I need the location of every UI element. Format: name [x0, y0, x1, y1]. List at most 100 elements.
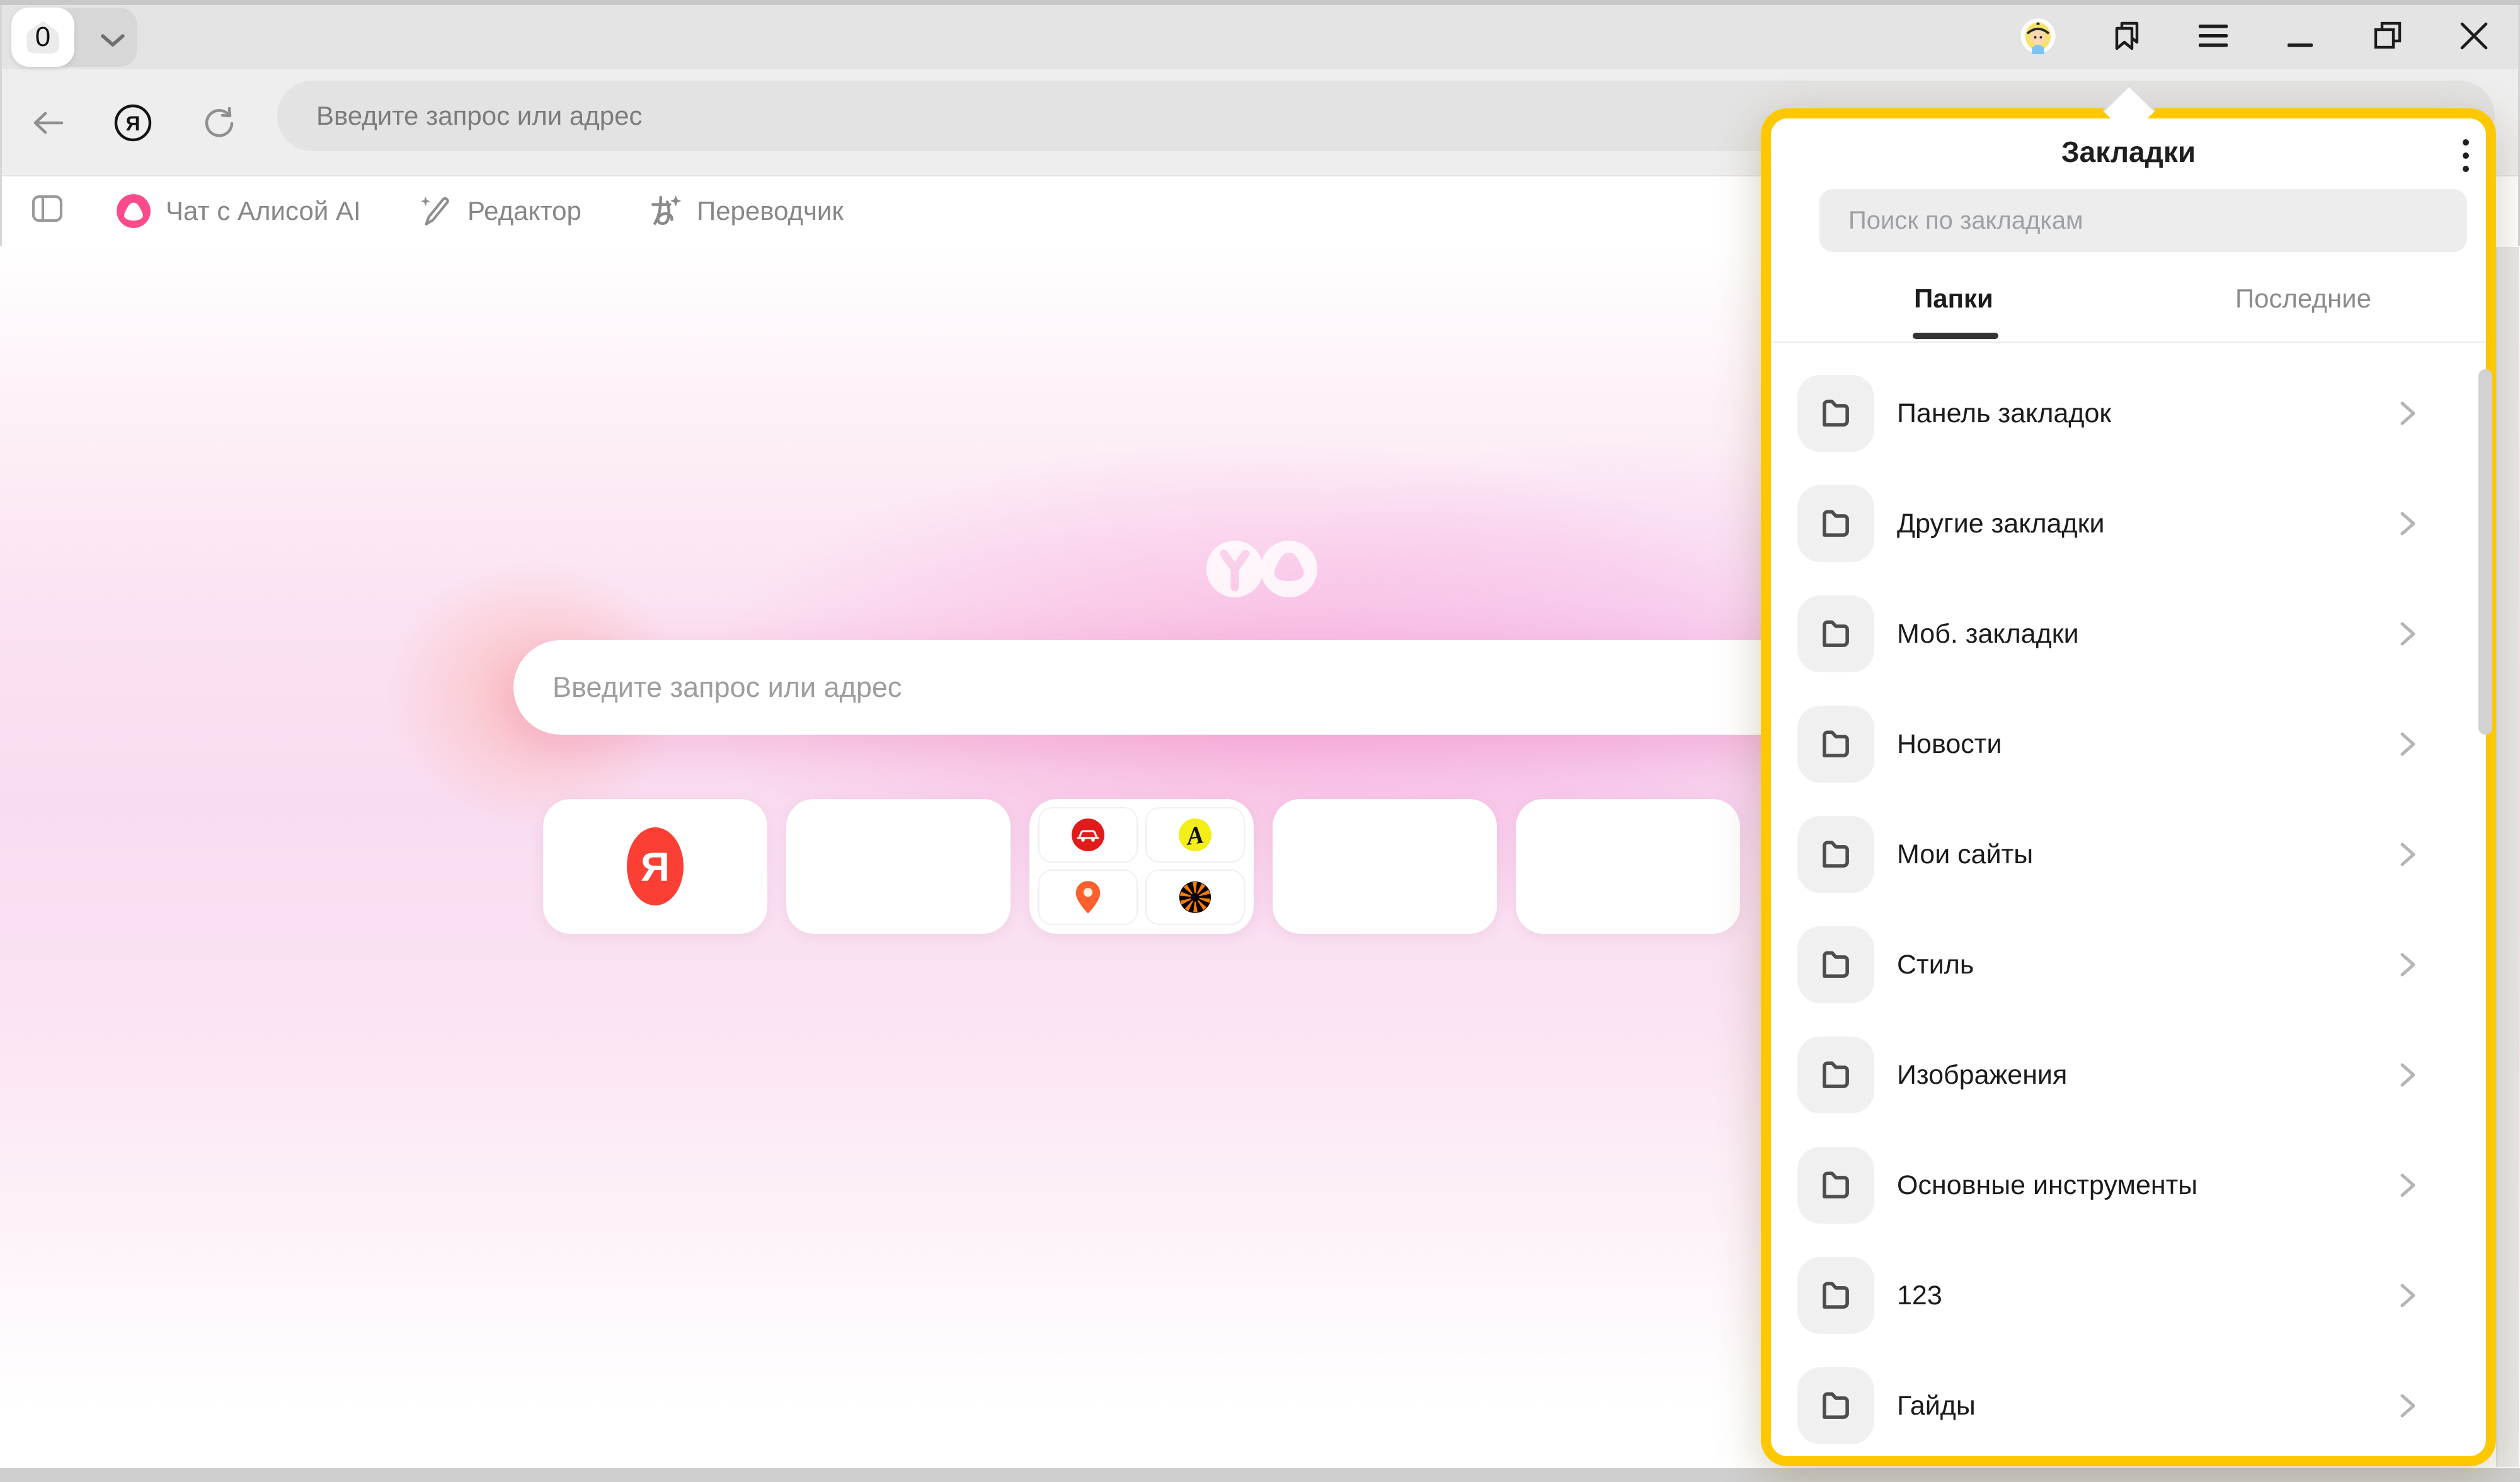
chevron-right-icon: [2393, 1391, 2422, 1420]
svg-text:Я: Я: [126, 112, 140, 135]
translator-icon: [646, 193, 683, 229]
bookmark-item-label: Чат с Алисой AI: [166, 196, 361, 226]
folder-icon: [1797, 375, 1874, 452]
folder-label: Основные инструменты: [1897, 1130, 2197, 1241]
bookmark-item-translator[interactable]: Переводчик: [646, 176, 844, 246]
sidebar-toggle-button[interactable]: [20, 181, 74, 236]
restore-icon: [2372, 20, 2405, 52]
folder-row[interactable]: Основные инструменты: [1771, 1130, 2486, 1241]
chevron-right-icon: [2393, 1171, 2422, 1200]
folder-icon: [1797, 1147, 1874, 1224]
chevron-right-icon: [2393, 509, 2422, 538]
folder-label: Гайды: [1897, 1351, 1976, 1451]
folder-list: Панель закладок Другие закладки Моб. зак…: [1771, 345, 2486, 1451]
tile-group: A: [1029, 799, 1254, 934]
chevron-right-icon: [2393, 1060, 2422, 1089]
panel-scrollbar-thumb[interactable]: [2478, 369, 2492, 735]
start-page-search-input[interactable]: [513, 640, 1852, 735]
tile-yandex[interactable]: Я: [543, 799, 767, 934]
bookmarks-icon: [2110, 18, 2146, 54]
bookmarks-panel-button[interactable]: [2110, 18, 2146, 54]
folder-label: Изображения: [1897, 1020, 2067, 1130]
kinopoisk-icon: [1178, 880, 1212, 914]
page-scrollbar[interactable]: [2496, 247, 2519, 1467]
tile-afisha[interactable]: A: [1145, 807, 1245, 863]
tile-mail[interactable]: Почта: [1273, 799, 1497, 934]
folder-icon: [1797, 595, 1874, 672]
tab-folders[interactable]: Папки: [1777, 284, 2130, 314]
reload-button[interactable]: [193, 96, 247, 150]
reload-icon: [202, 105, 238, 141]
folder-row[interactable]: Мои сайты: [1771, 800, 2486, 910]
close-button[interactable]: [2456, 18, 2492, 54]
folder-icon: [1797, 816, 1874, 893]
folder-row[interactable]: Моб. закладки: [1771, 579, 2486, 689]
avatar-icon: [2020, 11, 2056, 60]
active-tab[interactable]: 0: [11, 8, 74, 67]
bookmark-item-label: Переводчик: [697, 196, 844, 226]
panel-divider: [1771, 342, 2486, 343]
editor-pencil-icon: [417, 193, 454, 229]
window-bottom-edge: [0, 1468, 2520, 1482]
minimize-icon: [2286, 18, 2314, 54]
tile-market[interactable]: M Маркет: [786, 799, 1011, 934]
folder-label: Панель закладок: [1897, 359, 2111, 469]
tab-recent[interactable]: Последние: [2127, 284, 2480, 314]
go-car-icon: [1071, 818, 1105, 852]
minimize-button[interactable]: [2282, 18, 2318, 54]
folder-row[interactable]: 123: [1771, 1241, 2486, 1351]
menu-button[interactable]: [2195, 18, 2231, 54]
folder-label: 123: [1897, 1241, 1942, 1351]
chevron-right-icon: [2393, 1281, 2422, 1310]
yandex-home-button[interactable]: Я: [106, 96, 160, 150]
chevron-right-icon: [2393, 730, 2422, 759]
bookmarks-panel: Закладки Папки Последние Панель закладок…: [1761, 108, 2496, 1466]
yandex-logo-icon: Я: [113, 103, 152, 142]
sidebar-toggle-icon: [32, 194, 63, 223]
folder-label: Стиль: [1897, 910, 1974, 1020]
window-top-edge: [0, 0, 2520, 5]
restore-button[interactable]: [2370, 18, 2407, 54]
folder-row[interactable]: Другие закладки: [1771, 469, 2486, 579]
bookmarks-search-input[interactable]: [1819, 189, 2467, 252]
back-arrow-icon: [29, 108, 66, 137]
yo-logo: [1206, 541, 1317, 597]
folder-label: Другие закладки: [1897, 469, 2104, 579]
tab-dropdown-button[interactable]: [74, 8, 137, 67]
browser-window: 0: [0, 0, 2520, 1482]
hamburger-icon: [2197, 22, 2229, 50]
afisha-icon: A: [1178, 818, 1212, 852]
folder-label: Моб. закладки: [1897, 579, 2079, 689]
folder-icon: [1797, 485, 1874, 562]
folder-row[interactable]: Новости: [1771, 689, 2486, 800]
folder-row[interactable]: Изображения: [1771, 1020, 2486, 1130]
svg-text:Я: Я: [641, 844, 670, 890]
folder-row[interactable]: Гайды: [1771, 1351, 2486, 1451]
chevron-right-icon: [2393, 399, 2422, 428]
back-button[interactable]: [20, 96, 74, 150]
tab-group: 0: [11, 8, 137, 67]
profile-avatar[interactable]: [2020, 18, 2056, 54]
folder-icon: [1797, 1367, 1874, 1444]
folder-icon: [1797, 926, 1874, 1003]
tile-kinopoisk[interactable]: [1145, 870, 1245, 925]
chevron-down-icon: [99, 33, 127, 49]
bookmark-item-editor[interactable]: Редактор: [417, 176, 581, 246]
chevron-right-icon: [2393, 619, 2422, 648]
bookmark-item-alice-chat[interactable]: Чат с Алисой AI: [115, 176, 361, 246]
folder-label: Новости: [1897, 689, 2002, 800]
tile-maps[interactable]: [1038, 870, 1138, 925]
alice-icon: [115, 193, 152, 229]
maps-pin-icon: [1075, 880, 1101, 914]
folder-row[interactable]: Панель закладок: [1771, 359, 2486, 469]
chevron-right-icon: [2393, 840, 2422, 869]
folder-row[interactable]: Стиль: [1771, 910, 2486, 1020]
active-tab-underline: [1913, 333, 1998, 339]
tile-telemost[interactable]: Телемост: [1516, 799, 1740, 934]
folder-icon: [1797, 1037, 1874, 1113]
tab-counter: 0: [23, 17, 62, 57]
folder-icon: [1797, 706, 1874, 783]
yandex-tile-icon: Я: [626, 827, 684, 906]
tile-go[interactable]: [1038, 807, 1138, 863]
folder-label: Мои сайты: [1897, 800, 2033, 910]
